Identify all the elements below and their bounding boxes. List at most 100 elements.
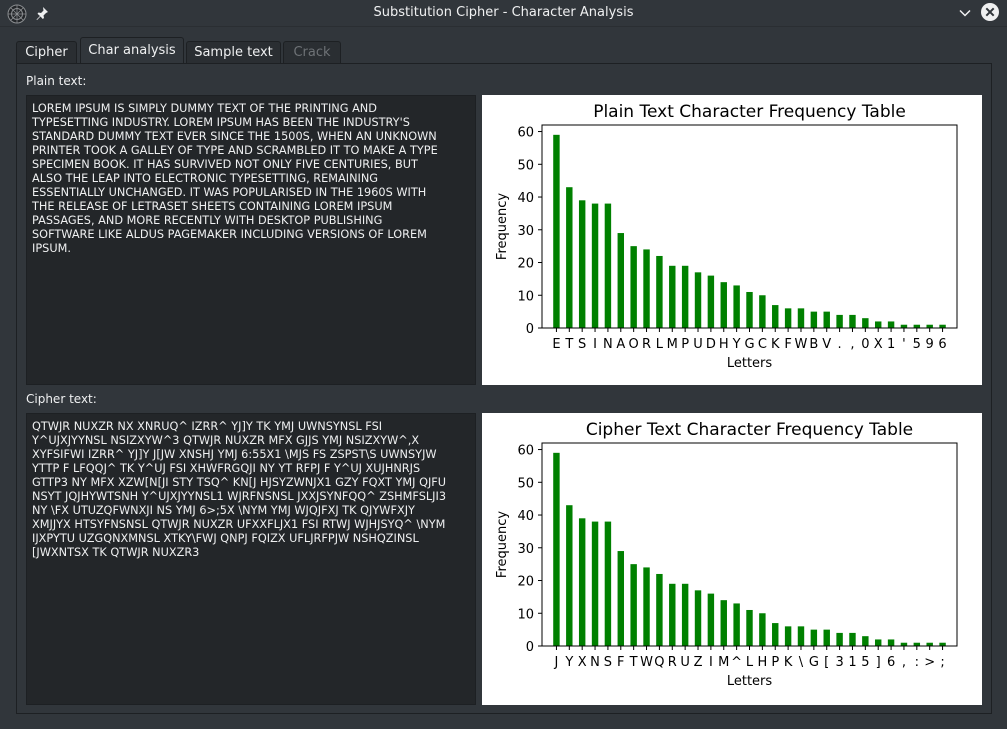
cipher-x-tick-label: J	[554, 655, 559, 670]
plain-bar	[810, 311, 818, 328]
cipher-y-axis-label: Frequency	[495, 511, 510, 578]
plain-bar	[849, 314, 856, 328]
plain-bar	[591, 203, 599, 328]
cipher-text-area[interactable]: QTWJR NUXZR NX XNRUQ^ IZRR^ YJ]Y TK YMJ …	[26, 413, 476, 705]
cipher-bar	[823, 629, 830, 646]
plain-bar	[797, 308, 805, 328]
plain-bar	[720, 282, 727, 328]
plain-x-tick-label: E	[552, 337, 560, 352]
plain-y-tick-label: 60	[517, 126, 534, 141]
plain-text-label: Plain text:	[26, 74, 87, 88]
plain-x-tick-label: S	[578, 337, 586, 352]
plain-x-tick-label: W	[795, 337, 808, 352]
cipher-x-tick-label: R	[668, 655, 677, 670]
cipher-x-tick-label: Z	[694, 655, 703, 670]
cipher-x-tick-label: 6	[887, 655, 895, 670]
cipher-x-tick-label: G	[809, 655, 819, 670]
plain-x-tick-label: ,	[850, 337, 854, 352]
cipher-x-tick-label: Y	[564, 655, 573, 670]
cipher-x-tick-label: W	[640, 655, 653, 670]
cipher-x-tick-label: 5	[861, 655, 869, 670]
plain-bar	[746, 291, 753, 328]
plain-text-area[interactable]: LOREM IPSUM IS SIMPLY DUMMY TEXT OF THE …	[26, 95, 476, 385]
plain-x-tick-label: V	[822, 337, 831, 352]
cipher-bar	[784, 626, 792, 646]
plain-x-axis-label: Letters	[727, 356, 773, 371]
cipher-bar	[553, 452, 560, 646]
cipher-bar	[604, 521, 612, 646]
plain-bar	[874, 321, 882, 328]
plain-x-tick-label: 1	[887, 337, 895, 352]
cipher-x-tick-label: ,	[902, 655, 906, 670]
cipher-x-tick-label: Q	[654, 655, 664, 670]
plain-bar	[669, 265, 676, 328]
plain-bar	[733, 285, 740, 328]
plain-y-tick-label: 0	[526, 322, 534, 337]
cipher-bar	[617, 551, 625, 646]
cipher-bar	[720, 600, 727, 646]
cipher-bar	[862, 636, 869, 646]
plain-x-tick-label: 0	[861, 337, 869, 352]
plain-bar	[759, 295, 766, 328]
cipher-bar	[669, 583, 676, 646]
cipher-y-tick-label: 40	[517, 509, 534, 524]
cipher-text-label: Cipher text:	[26, 392, 97, 406]
plain-x-tick-label: R	[642, 337, 651, 352]
plain-x-tick-label: H	[719, 337, 729, 352]
plain-bar	[643, 249, 650, 328]
cipher-x-tick-label: L	[746, 655, 754, 670]
cipher-x-tick-label: 3	[835, 655, 843, 670]
cipher-x-tick-label: I	[709, 655, 713, 670]
cipher-bar	[733, 603, 740, 646]
plain-x-tick-label: Y	[732, 337, 741, 352]
window-titlebar: Substitution Cipher - Character Analysis	[0, 0, 1007, 27]
cipher-y-tick-label: 0	[526, 640, 534, 655]
plain-bar	[784, 308, 792, 328]
tab-sample-text[interactable]: Sample text	[186, 41, 281, 64]
cipher-bar	[694, 590, 702, 646]
cipher-x-tick-label: P	[771, 655, 779, 670]
cipher-bar	[746, 609, 753, 646]
cipher-x-tick-label: [	[824, 655, 829, 670]
cipher-bar	[759, 613, 766, 646]
cipher-bar	[772, 623, 779, 646]
plain-x-tick-label: O	[629, 337, 639, 352]
cipher-y-tick-label: 20	[517, 575, 534, 590]
cipher-bar	[656, 573, 663, 646]
cipher-x-tick-label: >	[924, 655, 935, 670]
plain-x-tick-label: .	[838, 337, 842, 352]
plain-x-tick-label: I	[593, 337, 597, 352]
cipher-y-tick-label: 60	[517, 444, 534, 459]
cipher-x-tick-label: 1	[848, 655, 856, 670]
cipher-x-tick-label: F	[617, 655, 624, 670]
cipher-x-tick-label: K	[784, 655, 793, 670]
cipher-bar	[849, 632, 856, 646]
cipher-bar	[578, 518, 586, 646]
plain-bar	[617, 233, 625, 328]
close-icon[interactable]	[980, 2, 1000, 22]
cipher-y-tick-label: 10	[517, 607, 534, 622]
plain-x-tick-label: N	[603, 337, 613, 352]
tab-char-analysis[interactable]: Char analysis	[80, 37, 184, 65]
cipher-bar	[566, 505, 573, 646]
plain-y-tick-label: 10	[517, 289, 534, 304]
chevron-down-icon[interactable]	[957, 5, 973, 21]
cipher-bar	[707, 593, 715, 646]
plain-x-tick-label: A	[616, 337, 625, 352]
cipher-x-tick-label: X	[578, 655, 587, 670]
tab-crack: Crack	[283, 41, 341, 64]
cipher-y-tick-label: 30	[517, 542, 534, 557]
cipher-x-tick-label: H	[757, 655, 767, 670]
plain-bar	[656, 255, 663, 328]
plain-bar	[553, 134, 560, 328]
plain-bar	[630, 246, 637, 328]
plain-x-tick-label: 6	[938, 337, 946, 352]
tab-cipher[interactable]: Cipher	[16, 41, 77, 64]
plain-bar	[772, 305, 779, 328]
cipher-x-tick-label: S	[604, 655, 612, 670]
cipher-bar	[591, 521, 599, 646]
plain-frequency-chart-svg: Plain Text Character Frequency Table E T S I…	[495, 102, 958, 371]
plain-y-tick-label: 50	[517, 158, 534, 173]
cipher-x-tick-label: \	[799, 655, 804, 670]
cipher-bar	[630, 564, 637, 646]
